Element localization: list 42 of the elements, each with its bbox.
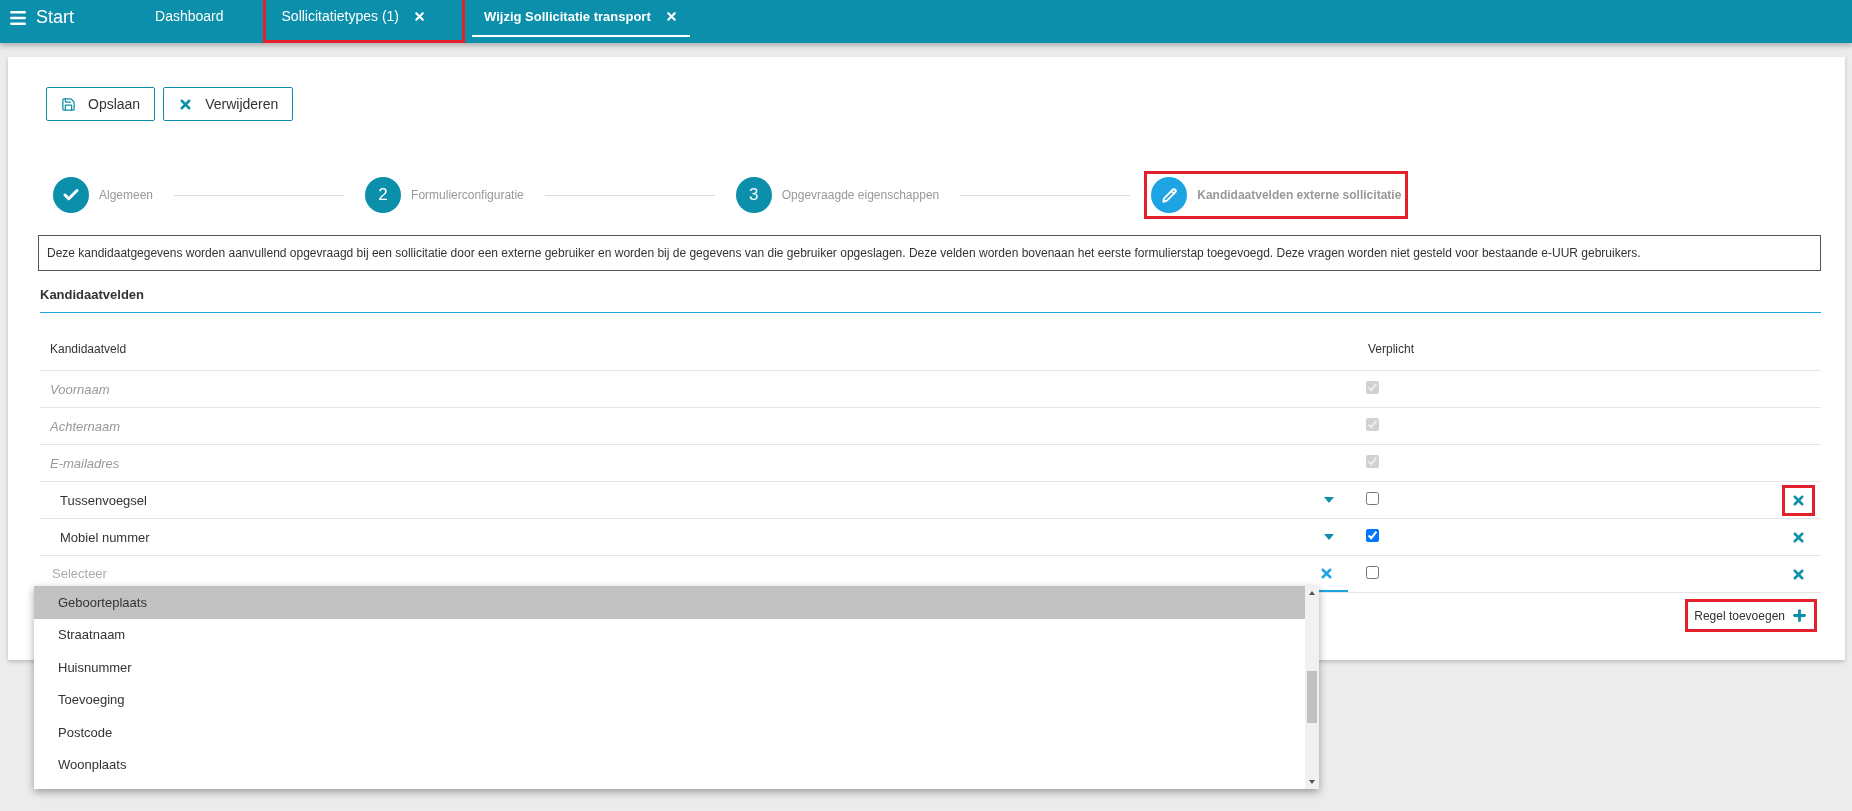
caret-icon (1324, 497, 1334, 503)
clear-icon (1319, 565, 1334, 581)
save-button[interactable]: Opslaan (46, 87, 156, 121)
delete-button[interactable]: Verwijderen (163, 87, 294, 121)
step-label: Algemeen (99, 188, 154, 202)
step-circle[interactable]: 3 (735, 177, 772, 213)
close-icon (664, 9, 678, 23)
select-field[interactable]: Mobiel nummer (40, 519, 1348, 555)
tab[interactable]: Wijzig Sollicitatie transport (472, 0, 690, 37)
close-icon (1791, 492, 1806, 508)
info-text: Deze kandidaatgegevens worden aanvullend opgevraagd bij een sollicitatie door een externe gebruiker en worden bij de gegevens van die gebruiker opgeslagen. Deze velden worden bovenaan het eerste formulierstap toegevoegd. Deze vragen worden niet gesteld voor bestaande e-UUR gebruikers. (38, 235, 1821, 271)
column-header: Kandidaatveld (49, 341, 128, 356)
field-name: Achternaam (48, 418, 122, 434)
add-row-button[interactable]: Regel toevoegen (1692, 605, 1810, 626)
required-checkbox[interactable] (1366, 566, 1379, 579)
pencil-icon (1161, 187, 1177, 203)
required-checkbox[interactable] (1366, 529, 1379, 542)
scrollbar[interactable] (1305, 586, 1319, 789)
floppy-icon (61, 96, 76, 112)
step-number: 2 (378, 185, 388, 205)
step-label: Opgevraagde eigenschappen (781, 188, 940, 202)
dropdown-option[interactable]: Geboorteplaats (34, 586, 1305, 619)
step-label: Kandidaatvelden externe sollicitatie (1197, 188, 1402, 202)
close-icon (1791, 529, 1806, 545)
column-header: Verplicht (1367, 341, 1416, 356)
tab[interactable]: Dashboard (143, 0, 236, 37)
step-circle[interactable] (1151, 177, 1188, 213)
step-number: 3 (749, 185, 759, 205)
section-title: Kandidaatvelden (40, 287, 1821, 313)
tab[interactable]: Sollicitatietypes (1) (269, 0, 438, 37)
step-circle[interactable] (53, 177, 89, 213)
plus-icon (1791, 607, 1808, 624)
required-checkbox[interactable] (1366, 492, 1379, 505)
step-circle[interactable]: 2 (365, 177, 402, 213)
select-field[interactable]: Tussenvoegsel (40, 482, 1348, 518)
menu-button[interactable]: Start (0, 0, 84, 43)
field-name: Voornaam (49, 381, 111, 397)
close-icon (1791, 566, 1806, 582)
caret-icon (1324, 534, 1334, 540)
field-name: E-mailadres (49, 455, 121, 471)
close-icon (413, 9, 426, 23)
step-label: Formulierconfiguratie (411, 188, 524, 202)
